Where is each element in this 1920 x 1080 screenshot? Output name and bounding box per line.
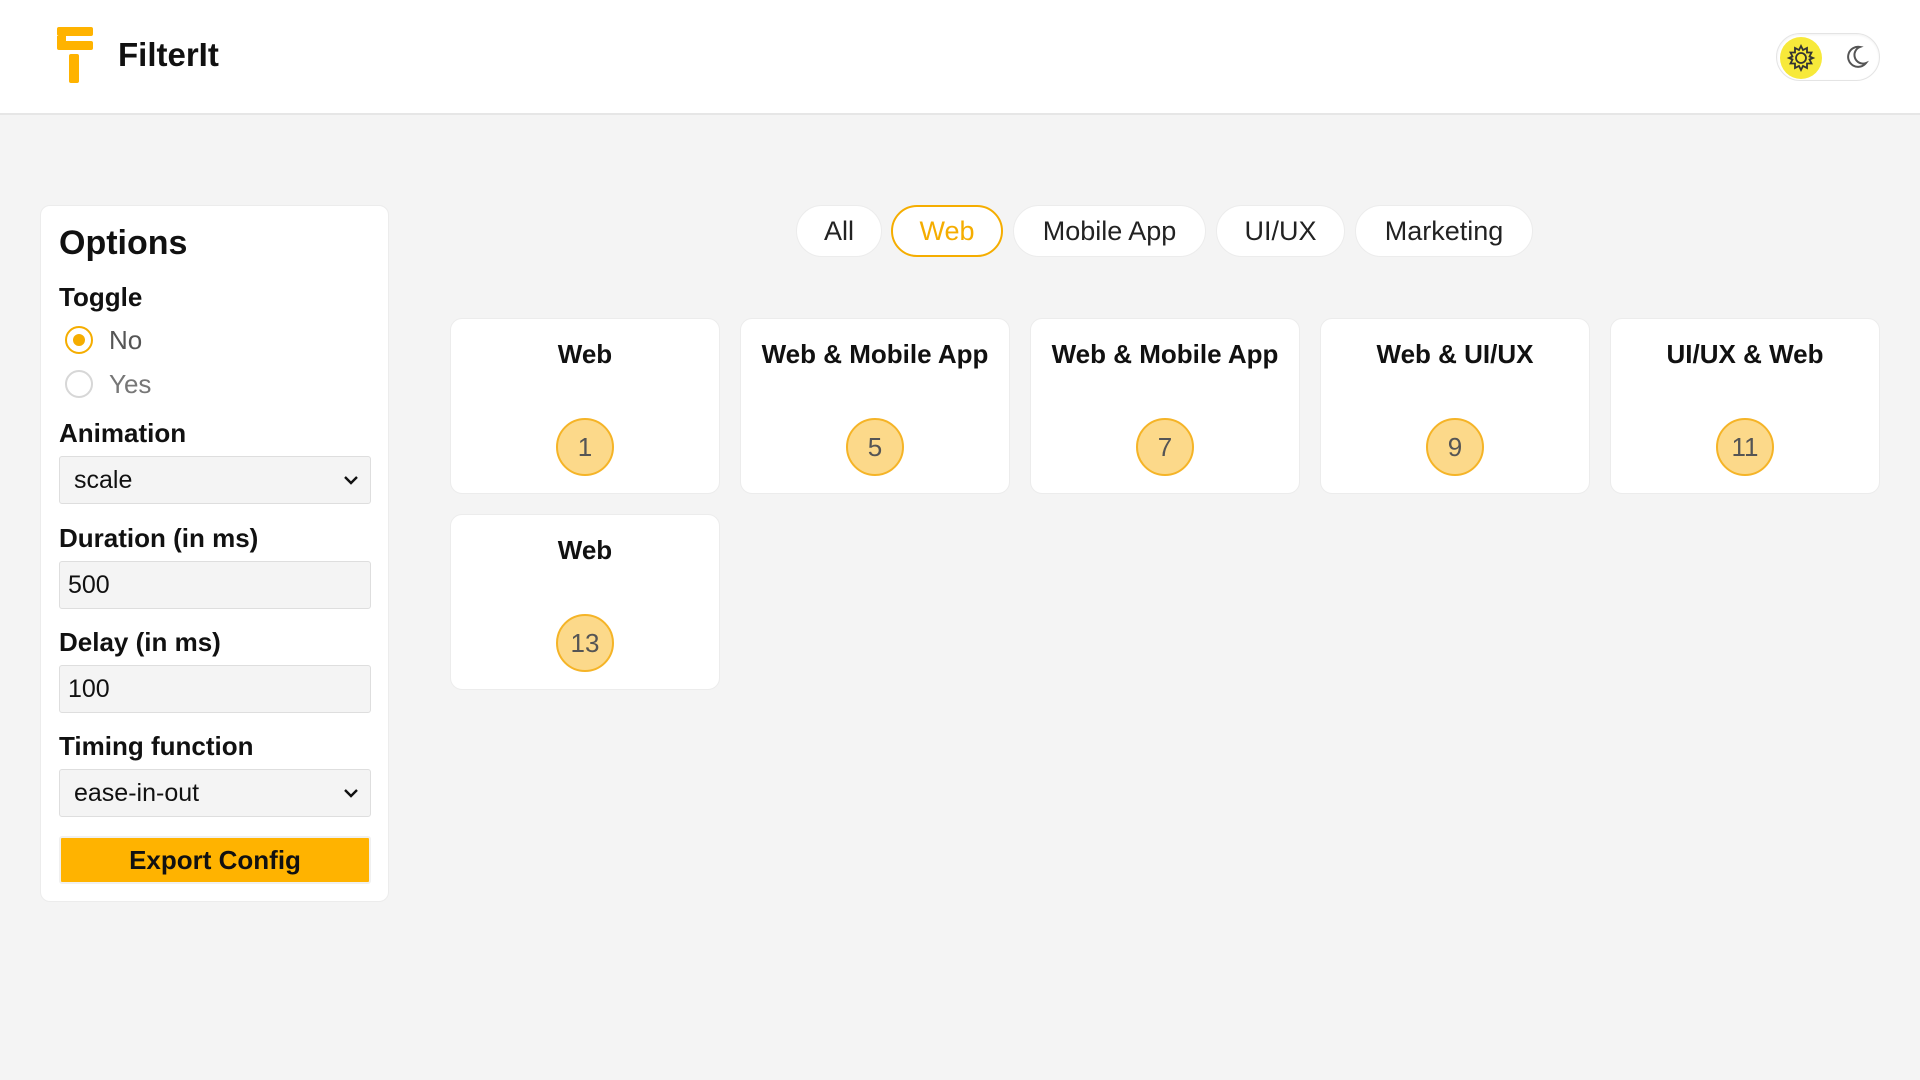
portfolio-card[interactable]: Web & Mobile App 7: [1030, 318, 1300, 494]
card-title: Web & Mobile App: [761, 339, 989, 369]
card-number-badge: 1: [556, 418, 614, 476]
card-title: Web & UI/UX: [1376, 339, 1534, 369]
brand-name[interactable]: FilterIt: [118, 36, 219, 74]
duration-label: Duration (in ms): [59, 523, 259, 553]
chevron-down-icon: [344, 476, 358, 485]
radio-no[interactable]: [65, 326, 93, 354]
timing-select[interactable]: ease-in-out: [59, 769, 371, 817]
duration-input-value: 500: [68, 570, 110, 599]
moon-icon: [1847, 45, 1869, 68]
light-theme-button[interactable]: [1780, 37, 1822, 79]
animation-select[interactable]: scale: [59, 456, 371, 504]
duration-input[interactable]: 500: [59, 561, 371, 609]
card-title: Web & Mobile App: [1051, 339, 1279, 369]
tab-all[interactable]: All: [796, 205, 882, 257]
card-number-badge: 13: [556, 614, 614, 672]
toggle-option-yes[interactable]: Yes: [65, 368, 151, 400]
filter-logo-icon: [55, 27, 95, 83]
animation-select-value: scale: [74, 465, 133, 494]
delay-input[interactable]: 100: [59, 665, 371, 713]
tab-marketing[interactable]: Marketing: [1355, 205, 1533, 257]
portfolio-card[interactable]: Web 13: [450, 514, 720, 690]
card-number-badge: 5: [846, 418, 904, 476]
toggle-label: Toggle: [59, 282, 143, 312]
options-panel: Options Toggle No Yes Animation scale Du…: [40, 205, 389, 902]
tab-web[interactable]: Web: [891, 205, 1003, 257]
timing-label: Timing function: [59, 731, 254, 761]
portfolio-card[interactable]: Web 1: [450, 318, 720, 494]
delay-label: Delay (in ms): [59, 627, 221, 657]
timing-select-value: ease-in-out: [74, 778, 200, 807]
portfolio-card[interactable]: UI/UX & Web 11: [1610, 318, 1880, 494]
theme-switch[interactable]: [1776, 33, 1880, 81]
gear-sun-icon: [1786, 43, 1816, 73]
radio-no-label: No: [109, 324, 143, 355]
card-title: Web: [557, 339, 613, 369]
card-number-badge: 11: [1716, 418, 1774, 476]
tab-ui-ux[interactable]: UI/UX: [1216, 205, 1345, 257]
export-config-button[interactable]: Export Config: [59, 836, 371, 884]
card-number-badge: 7: [1136, 418, 1194, 476]
app-header: FilterIt: [0, 0, 1920, 115]
animation-label: Animation: [59, 418, 187, 448]
portfolio-card[interactable]: Web & Mobile App 5: [740, 318, 1010, 494]
card-title: UI/UX & Web: [1666, 339, 1824, 369]
tab-mobile-app[interactable]: Mobile App: [1013, 205, 1206, 257]
dark-theme-button[interactable]: [1841, 42, 1871, 72]
card-title: Web: [557, 535, 613, 565]
delay-input-value: 100: [68, 674, 110, 703]
radio-yes-label: Yes: [109, 368, 152, 399]
chevron-down-icon: [344, 789, 358, 798]
portfolio-card[interactable]: Web & UI/UX 9: [1320, 318, 1590, 494]
card-number-badge: 9: [1426, 418, 1484, 476]
toggle-option-no[interactable]: No: [65, 324, 142, 356]
radio-yes[interactable]: [65, 370, 93, 398]
options-title: Options: [59, 224, 188, 262]
